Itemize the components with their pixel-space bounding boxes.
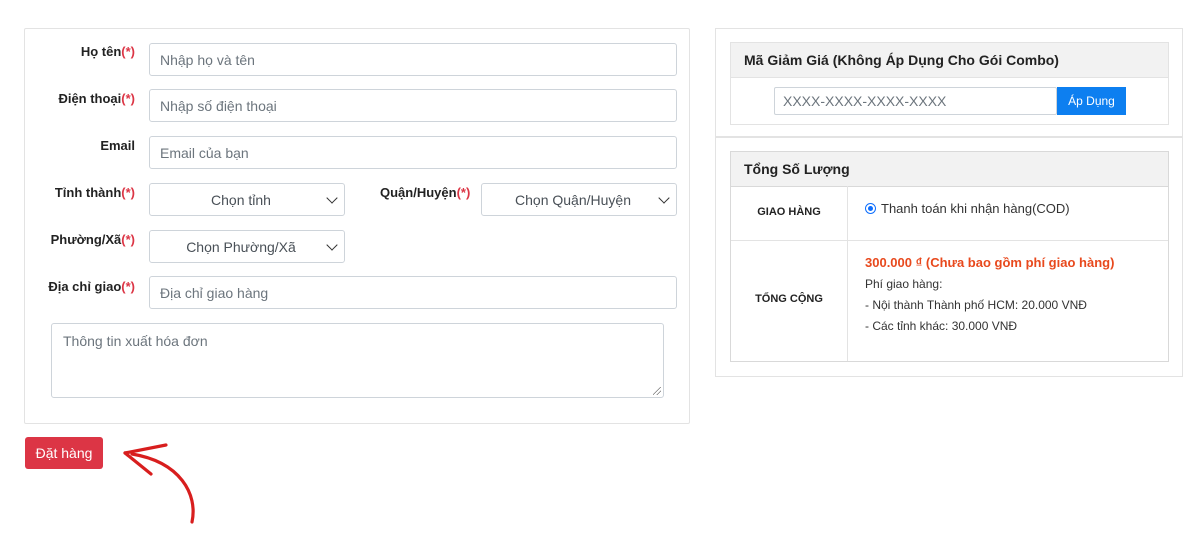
address-placeholder: Địa chỉ giao hàng (160, 284, 269, 301)
shipping-fee-other: - Các tỉnh khác: 30.000 VNĐ (865, 319, 1018, 333)
cod-radio[interactable] (865, 203, 876, 214)
invoice-textarea[interactable]: Thông tin xuất hóa đơn (51, 323, 664, 398)
province-label: Tỉnh thành(*) (54, 185, 135, 200)
total-row: TỔNG CỘNG 300.000 ₫ (Chưa bao gồm phí gi… (731, 240, 1168, 361)
phone-input[interactable]: Nhập số điện thoại (149, 89, 677, 122)
required-mark: (*) (121, 232, 135, 247)
shipping-fee-hcm: - Nội thành Thành phố HCM: 20.000 VNĐ (865, 298, 1087, 312)
invoice-placeholder: Thông tin xuất hóa đơn (63, 333, 208, 349)
district-value: Chọn Quận/Huyện (515, 191, 631, 208)
ward-value: Chọn Phường/Xã (186, 238, 296, 255)
name-input[interactable]: Nhập họ và tên (149, 43, 677, 76)
coupon-panel: Mã Giảm Giá (Không Áp Dụng Cho Gói Combo… (715, 28, 1183, 137)
cod-option-label[interactable]: Thanh toán khi nhận hàng(COD) (881, 201, 1070, 216)
summary-table: GIAO HÀNG Thanh toán khi nhận hàng(COD) … (730, 186, 1169, 362)
district-select[interactable]: Chọn Quận/Huyện (481, 183, 677, 216)
coupon-body: XXXX-XXXX-XXXX-XXXX Áp Dụng (730, 77, 1169, 125)
address-label: Địa chỉ giao(*) (48, 279, 135, 294)
district-label: Quận/Huyện(*) (380, 185, 471, 200)
province-select[interactable]: Chọn tỉnh (149, 183, 345, 216)
total-amount: 300.000 ₫ (Chưa bao gồm phí giao hàng) (865, 255, 1115, 270)
ward-select[interactable]: Chọn Phường/Xã (149, 230, 345, 263)
phone-placeholder: Nhập số điện thoại (160, 97, 277, 114)
curved-arrow-icon (123, 443, 195, 524)
shipping-label: GIAO HÀNG (757, 206, 821, 218)
shipping-fee-title: Phí giao hàng: (865, 277, 943, 291)
email-label: Email (100, 138, 135, 153)
required-mark: (*) (121, 91, 135, 106)
ward-label: Phường/Xã(*) (50, 232, 135, 247)
required-mark: (*) (121, 44, 135, 59)
phone-label: Điện thoại(*) (58, 91, 135, 106)
email-placeholder: Email của bạn (160, 144, 249, 161)
coupon-title: Mã Giảm Giá (Không Áp Dụng Cho Gói Combo… (730, 42, 1169, 78)
province-value: Chọn tỉnh (211, 191, 271, 208)
name-placeholder: Nhập họ và tên (160, 51, 255, 68)
name-label: Họ tên(*) (80, 44, 135, 59)
address-input[interactable]: Địa chỉ giao hàng (149, 276, 677, 309)
required-mark: (*) (121, 279, 135, 294)
place-order-button[interactable]: Đặt hàng (25, 437, 103, 469)
coupon-input[interactable]: XXXX-XXXX-XXXX-XXXX (774, 87, 1057, 115)
total-label: TỔNG CỘNG (755, 293, 823, 305)
chevron-down-icon (658, 191, 670, 204)
summary-title: Tổng Số Lượng (730, 151, 1169, 187)
apply-coupon-button[interactable]: Áp Dụng (1057, 87, 1126, 115)
chevron-down-icon (326, 238, 338, 251)
order-form-panel: Họ tên(*) Nhập họ và tên Điện thoại(*) N… (24, 28, 690, 424)
summary-panel: Tổng Số Lượng GIAO HÀNG Thanh toán khi n… (715, 137, 1183, 377)
chevron-down-icon (326, 191, 338, 204)
shipping-row: GIAO HÀNG Thanh toán khi nhận hàng(COD) (731, 186, 1168, 241)
coupon-placeholder: XXXX-XXXX-XXXX-XXXX (783, 93, 947, 109)
required-mark: (*) (456, 185, 471, 200)
resize-handle-icon[interactable] (653, 387, 661, 395)
required-mark: (*) (121, 185, 135, 200)
email-input[interactable]: Email của bạn (149, 136, 677, 169)
